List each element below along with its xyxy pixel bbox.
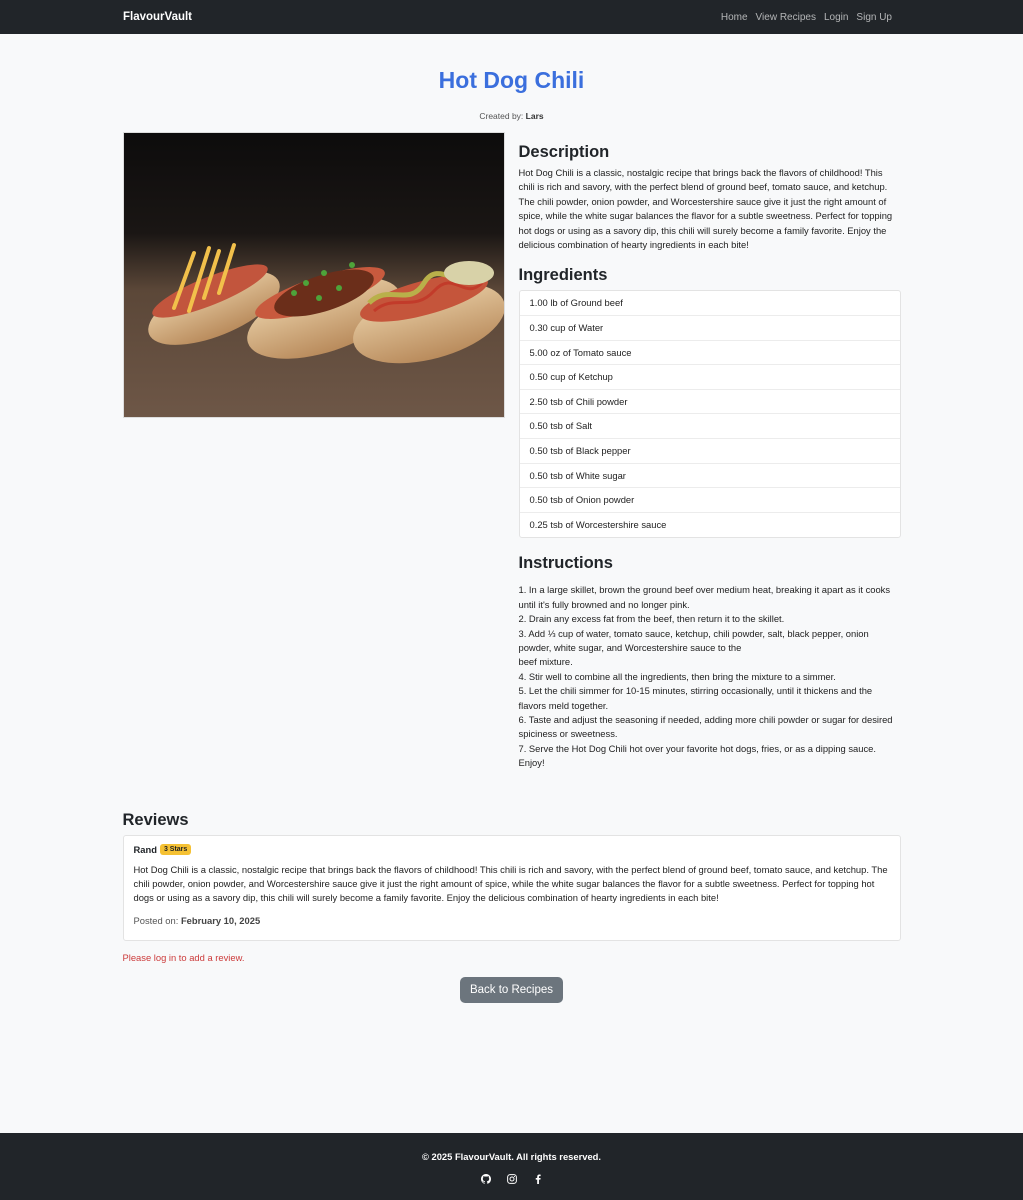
image-column — [122, 132, 505, 771]
description-text: Hot Dog Chili is a classic, nostalgic re… — [518, 167, 893, 251]
social-links — [0, 1173, 1023, 1185]
ingredient-item: 0.30 cup of Water — [519, 316, 900, 341]
ingredient-item: 2.50 tsb of Chili powder — [519, 390, 900, 415]
posted-label: Posted on: — [133, 914, 179, 926]
ingredient-item: 0.50 tsb of White sugar — [519, 464, 900, 489]
navbar: FlavourVault Home View Recipes Login Sig… — [0, 0, 1023, 34]
description-heading: Description — [518, 143, 610, 161]
reviews-heading: Reviews — [122, 810, 189, 829]
facebook-icon[interactable] — [532, 1173, 544, 1185]
recipe-page: Hot Dog Chili Created by: Lars Descripti… — [122, 65, 901, 1003]
nav-link-view-recipes[interactable]: View Recipes — [752, 12, 820, 23]
ingredient-item: 5.00 oz of Tomato sauce — [519, 341, 900, 366]
reviews-section: Reviews Rand 3 Stars Hot Dog Chili is a … — [122, 810, 901, 963]
review-header: Rand 3 Stars — [133, 843, 890, 855]
nav-link-sign-up[interactable]: Sign Up — [852, 12, 896, 23]
ingredient-item: 0.25 tsb of Worcestershire sauce — [529, 518, 667, 530]
nav-link-login[interactable]: Login — [820, 12, 852, 23]
rating-badge: 3 Stars — [159, 843, 192, 855]
review-card: Rand 3 Stars Hot Dog Chili is a classic,… — [122, 834, 901, 941]
hot-dog-illustration — [123, 133, 504, 417]
instructions-text: 1. In a large skillet, brown the ground … — [518, 584, 893, 769]
recipe-image — [122, 132, 505, 418]
review-text: Hot Dog Chili is a classic, nostalgic re… — [133, 863, 888, 904]
login-to-review-note: Please log in to add a review. — [122, 951, 245, 963]
posted-date: February 10, 2025 — [180, 914, 261, 926]
ingredient-item: 0.50 cup of Ketchup — [519, 365, 900, 390]
ingredients-list: 1.00 lb of Ground beef 0.30 cup of Water… — [518, 290, 901, 539]
page-title: Hot Dog Chili — [438, 67, 585, 93]
details-column: Description Hot Dog Chili is a classic, … — [518, 132, 901, 771]
back-to-recipes-button[interactable]: Back to Recipes — [459, 976, 564, 1003]
github-icon[interactable] — [480, 1173, 492, 1185]
ingredient-item: 0.50 tsb of Salt — [519, 414, 900, 439]
ingredient-item: 0.50 tsb of Black pepper — [519, 439, 900, 464]
ingredient-item: 0.50 tsb of Onion powder — [519, 488, 900, 513]
instructions-heading: Instructions — [518, 554, 613, 573]
back-button-wrap: Back to Recipes — [123, 976, 901, 1003]
nav-links: Home View Recipes Login Sign Up — [717, 12, 896, 23]
ingredient-item: 1.00 lb of Ground beef — [519, 291, 900, 317]
ingredients-heading: Ingredients — [518, 266, 608, 285]
review-author: Rand — [133, 843, 157, 855]
footer: © 2025 FlavourVault. All rights reserved… — [0, 1133, 1023, 1200]
instagram-icon[interactable] — [506, 1173, 518, 1185]
review-posted: Posted on: February 10, 2025 — [134, 915, 890, 926]
recipe-row: Description Hot Dog Chili is a classic, … — [122, 132, 901, 771]
copyright-text: © 2025 FlavourVault. All rights reserved… — [421, 1151, 602, 1162]
nav-link-home[interactable]: Home — [717, 12, 752, 23]
created-by: Created by: Lars — [123, 111, 901, 123]
brand-link[interactable]: FlavourVault — [123, 11, 192, 23]
created-by-label: Created by: — [479, 111, 524, 121]
author-name: Lars — [525, 111, 544, 121]
